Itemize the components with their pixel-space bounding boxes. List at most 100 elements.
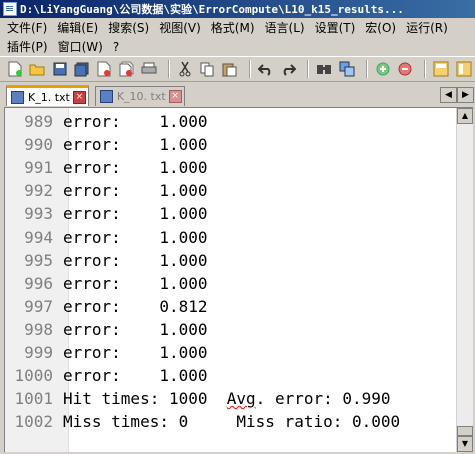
line-number: 992 — [24, 181, 53, 201]
line-text: error: 1.000 — [63, 342, 208, 362]
scrollbar-thumb[interactable] — [457, 426, 473, 436]
scroll-down-icon[interactable]: ▼ — [457, 436, 473, 452]
menu-edit[interactable]: 编辑(E) — [52, 19, 103, 36]
line-number: 994 — [24, 227, 53, 247]
menu-macro[interactable]: 宏(O) — [360, 19, 401, 36]
line-number: 990 — [24, 135, 53, 155]
menu-settings[interactable]: 设置(T) — [310, 19, 361, 36]
line-number: 1002 — [14, 412, 53, 432]
editor-line[interactable]: 995 error: 1.000 — [5, 249, 400, 272]
menu-window[interactable]: 窗口(W) — [53, 38, 108, 55]
redo-icon[interactable] — [279, 60, 297, 79]
line-number: 996 — [24, 273, 53, 293]
menu-language[interactable]: 语言(L) — [260, 19, 310, 36]
close-all-icon[interactable] — [117, 60, 135, 79]
save-all-icon[interactable] — [73, 60, 91, 79]
menu-file[interactable]: 文件(F) — [0, 19, 52, 36]
line-text: error: 1.000 — [63, 204, 208, 224]
undo-icon[interactable] — [257, 60, 275, 79]
menu-bar: 文件(F) 编辑(E) 搜索(S) 视图(V) 格式(M) 语言(L) 设置(T… — [0, 18, 475, 56]
sync-vertical-icon[interactable] — [432, 60, 450, 79]
editor-line[interactable]: 991 error: 1.000 — [5, 156, 400, 179]
menu-row-2: 插件(P) 窗口(W) ? — [0, 37, 475, 56]
line-number: 997 — [24, 296, 53, 316]
save-icon[interactable] — [51, 60, 69, 79]
line-number: 999 — [24, 342, 53, 362]
editor-line[interactable]: 1000 error: 1.000 — [5, 364, 400, 387]
scroll-up-icon[interactable]: ▲ — [457, 108, 473, 124]
tab-scroll-right-icon[interactable]: ▶ — [457, 87, 474, 103]
file-icon — [11, 90, 24, 104]
editor-line[interactable]: 996 error: 1.000 — [5, 272, 400, 295]
line-text: error: 1.000 — [63, 366, 208, 386]
toolbar-separator — [424, 60, 427, 78]
tab-label: K_1. txt — [28, 90, 70, 104]
editor-line[interactable]: 989 error: 1.000 — [5, 110, 400, 133]
menu-help[interactable]: ? — [108, 40, 124, 54]
replace-icon[interactable] — [338, 60, 356, 79]
menu-format[interactable]: 格式(M) — [206, 19, 260, 36]
open-file-icon[interactable] — [28, 60, 46, 79]
editor-line[interactable]: 1002 Miss times: 0 Miss ratio: 0.000 — [5, 410, 400, 433]
menu-search[interactable]: 搜索(S) — [103, 19, 154, 36]
editor-line[interactable]: 999 error: 1.000 — [5, 341, 400, 364]
editor-line[interactable]: 998 error: 1.000 — [5, 318, 400, 341]
menu-view[interactable]: 视图(V) — [154, 19, 206, 36]
editor-line[interactable]: 994 error: 1.000 — [5, 225, 400, 248]
title-bar: D:\LiYangGuang\公司数据\实验\ErrorCompute\L10_… — [0, 0, 475, 18]
line-text: Miss times: 0 Miss ratio: 0.000 — [63, 412, 401, 432]
text-editor[interactable]: 989 error: 1.000 990 error: 1.000 991 error… — [4, 107, 473, 452]
line-text: error: 1.000 — [63, 158, 208, 178]
spellcheck-word: Avg — [226, 389, 256, 409]
line-text: error: 1.000 — [63, 250, 208, 270]
editor-line[interactable]: 1001 Hit times: 1000 Avg. error: 0.990 — [5, 387, 400, 410]
editor-line[interactable]: 997 error: 0.812 — [5, 295, 400, 318]
line-number: 1001 — [14, 389, 53, 409]
toolbar — [0, 56, 475, 82]
zoom-in-icon[interactable] — [374, 60, 392, 79]
editor-line[interactable]: 990 error: 1.000 — [5, 133, 400, 156]
line-number: 1000 — [14, 366, 53, 386]
close-icon[interactable] — [95, 60, 113, 79]
line-text: error: 1.000 — [63, 273, 208, 293]
line-text: error: 1.000 — [63, 227, 208, 247]
line-text: error: 1.000 — [63, 181, 208, 201]
line-text: error: 1.000 — [63, 112, 208, 132]
tab-close-icon[interactable]: × — [168, 90, 182, 103]
find-icon[interactable] — [315, 60, 333, 79]
vertical-scrollbar[interactable]: ▲ ▼ — [456, 108, 473, 452]
tab-k10-txt[interactable]: K_10. txt × — [94, 86, 185, 106]
line-text: error: 1.000 — [63, 135, 208, 155]
toolbar-separator — [248, 60, 251, 78]
toolbar-separator — [365, 60, 368, 78]
tab-k1-txt[interactable]: K_1. txt × — [6, 85, 89, 106]
tab-scroll-left-icon[interactable]: ◀ — [440, 87, 457, 103]
cut-icon[interactable] — [176, 60, 194, 79]
line-text-part: . error: 0.990 — [255, 389, 391, 409]
menu-run[interactable]: 运行(R) — [401, 19, 453, 36]
menu-plugins[interactable]: 插件(P) — [0, 38, 53, 55]
notepad-app-icon[interactable] — [3, 2, 17, 16]
line-number: 995 — [24, 250, 53, 270]
paste-icon[interactable] — [221, 60, 239, 79]
line-text-part: Hit times: 1000 — [63, 389, 227, 409]
line-number: 993 — [24, 204, 53, 224]
editor-line[interactable]: 992 error: 1.000 — [5, 179, 400, 202]
toolbar-separator — [167, 60, 170, 78]
line-text: error: 1.000 — [63, 319, 208, 339]
copy-icon[interactable] — [198, 60, 216, 79]
line-number: 998 — [24, 319, 53, 339]
zoom-out-icon[interactable] — [396, 60, 414, 79]
toolbar-separator — [307, 60, 310, 78]
menu-row-1: 文件(F) 编辑(E) 搜索(S) 视图(V) 格式(M) 语言(L) 设置(T… — [0, 18, 475, 37]
line-text: Hit times: 1000 Avg. error: 0.990 — [63, 389, 391, 408]
file-icon — [99, 90, 113, 103]
new-file-icon[interactable] — [6, 60, 24, 79]
tab-close-icon[interactable]: × — [72, 90, 86, 104]
editor-line[interactable]: 993 error: 1.000 — [5, 202, 400, 225]
line-number: 991 — [24, 158, 53, 178]
line-text: error: 0.812 — [63, 296, 208, 316]
print-icon[interactable] — [140, 60, 158, 79]
sync-horizontal-icon[interactable] — [455, 60, 473, 79]
editor-lines: 989 error: 1.000 990 error: 1.000 991 error… — [5, 110, 400, 433]
